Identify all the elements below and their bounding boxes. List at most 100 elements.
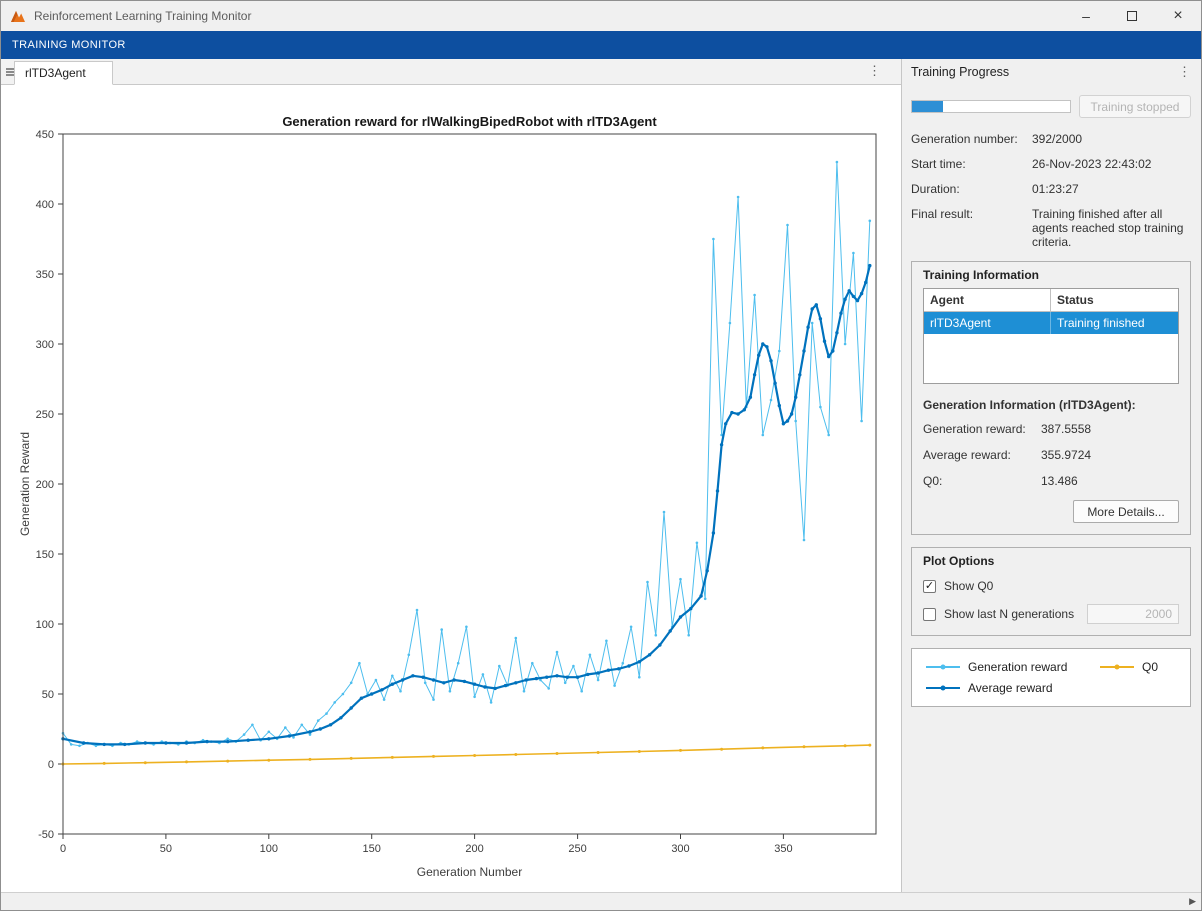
svg-text:300: 300 [671, 843, 689, 855]
marker-dot [1114, 665, 1119, 670]
status-bar: ▶ [1, 892, 1201, 910]
field-value: 01:23:27 [1032, 182, 1191, 196]
field-q0: Q0: 13.486 [923, 474, 1179, 488]
legend-item-average-reward: Average reward [926, 681, 1067, 695]
svg-text:0: 0 [60, 843, 66, 855]
dock-arrow-icon[interactable]: ▶ [1189, 896, 1196, 907]
field-duration: Duration: 01:23:27 [911, 182, 1191, 196]
svg-text:0: 0 [48, 759, 54, 771]
window-controls: – × [1063, 1, 1201, 31]
maximize-icon [1127, 11, 1137, 21]
training-information-panel: Training Information Agent Status rlTD3A… [911, 261, 1191, 535]
svg-text:450: 450 [36, 129, 54, 141]
svg-text:150: 150 [363, 843, 381, 855]
field-label: Start time: [911, 157, 1032, 171]
svg-text:100: 100 [36, 619, 54, 631]
q0-line-sample [1100, 666, 1134, 668]
field-value: 355.9724 [1041, 448, 1179, 462]
tab-label: rlTD3Agent [25, 66, 86, 80]
ribbon-tab-training-monitor[interactable]: TRAINING MONITOR [1, 31, 137, 59]
field-final-result: Final result: Training finished after al… [911, 207, 1191, 249]
ribbon: TRAINING MONITOR [1, 31, 1201, 59]
figure-area: -50 0 50 100 150 200 250 300 350 400 450 0 50 100 150 2… [1, 85, 901, 894]
svg-text:100: 100 [260, 843, 278, 855]
panel-body: Training stopped Generation number: 392/… [902, 85, 1201, 707]
field-value: 13.486 [1041, 474, 1179, 488]
field-label: Generation number: [911, 132, 1032, 146]
field-value: 392/2000 [1032, 132, 1191, 146]
figure-tab-bar: rlTD3Agent ⋮ [1, 59, 901, 85]
figure-pane: rlTD3Agent ⋮ -50 0 50 100 150 200 250 300 350 400… [1, 59, 902, 894]
table-header-row: Agent Status [924, 289, 1178, 312]
svg-text:Generation reward for rlWalkin: Generation reward for rlWalkingBipedRobo… [282, 114, 657, 129]
close-icon: × [1173, 7, 1182, 25]
panel-options-kebab-icon[interactable]: ⋮ [1178, 64, 1191, 80]
chart-legend: Generation reward Average reward Q0 [911, 648, 1191, 707]
window-title: Reinforcement Learning Training Monitor [34, 9, 251, 23]
generation-reward-line-sample [926, 666, 960, 668]
matlab-logo-icon [9, 7, 27, 25]
svg-text:-50: -50 [38, 829, 54, 841]
legend-column-1: Generation reward Average reward [926, 660, 1067, 695]
tab-rltd3agent[interactable]: rlTD3Agent [14, 61, 113, 85]
svg-text:350: 350 [774, 843, 792, 855]
show-last-n-option[interactable]: Show last N generations [923, 604, 1179, 624]
svg-text:200: 200 [465, 843, 483, 855]
table-cell-agent: rlTD3Agent [924, 312, 1051, 334]
show-q0-checkbox[interactable]: ✓ [923, 580, 936, 593]
title-bar: Reinforcement Learning Training Monitor … [1, 1, 1201, 31]
field-label: Final result: [911, 207, 1032, 249]
maximize-button[interactable] [1109, 1, 1155, 31]
svg-text:250: 250 [568, 843, 586, 855]
field-value: 26-Nov-2023 22:43:02 [1032, 157, 1191, 171]
table-empty-area [924, 334, 1178, 383]
agent-status-table: Agent Status rlTD3Agent Training finishe… [923, 288, 1179, 384]
plot-options-title: Plot Options [923, 554, 1179, 568]
minimize-button[interactable]: – [1063, 1, 1109, 31]
show-q0-label: Show Q0 [944, 579, 993, 593]
tab-options-kebab-icon[interactable]: ⋮ [868, 63, 881, 79]
average-reward-line-sample [926, 687, 960, 689]
legend-label: Generation reward [968, 660, 1067, 674]
svg-text:Generation Reward: Generation Reward [18, 432, 32, 536]
svg-text:Generation Number: Generation Number [417, 865, 522, 879]
more-details-button[interactable]: More Details... [1073, 500, 1179, 523]
table-header-status: Status [1051, 289, 1178, 312]
svg-text:300: 300 [36, 339, 54, 351]
panel-title: Training Progress [911, 65, 1009, 79]
field-generation-reward: Generation reward: 387.5558 [923, 422, 1179, 436]
show-last-n-label: Show last N generations [944, 607, 1074, 621]
training-progress-bar [911, 100, 1071, 113]
field-generation-number: Generation number: 392/2000 [911, 132, 1191, 146]
legend-column-2: Q0 [1100, 660, 1176, 695]
field-label: Q0: [923, 474, 1041, 488]
minimize-icon: – [1082, 8, 1090, 24]
show-last-n-checkbox[interactable] [923, 608, 936, 621]
svg-text:50: 50 [160, 843, 172, 855]
training-progress-panel: Training Progress ⋮ Training stopped Gen… [902, 59, 1201, 894]
field-label: Generation reward: [923, 422, 1041, 436]
last-n-generations-input[interactable] [1087, 604, 1179, 624]
table-row-rltd3agent[interactable]: rlTD3Agent Training finished [924, 312, 1178, 334]
progress-fill [912, 101, 943, 112]
field-start-time: Start time: 26-Nov-2023 22:43:02 [911, 157, 1191, 171]
svg-text:250: 250 [36, 409, 54, 421]
field-label: Average reward: [923, 448, 1041, 462]
app-window: Reinforcement Learning Training Monitor … [0, 0, 1202, 911]
legend-item-generation-reward: Generation reward [926, 660, 1067, 674]
training-information-title: Training Information [923, 268, 1179, 282]
legend-label: Average reward [968, 681, 1053, 695]
field-average-reward: Average reward: 355.9724 [923, 448, 1179, 462]
svg-text:400: 400 [36, 199, 54, 211]
close-button[interactable]: × [1155, 1, 1201, 31]
training-stopped-button[interactable]: Training stopped [1079, 95, 1191, 118]
plot-options-panel: Plot Options ✓ Show Q0 Show last N gener… [911, 547, 1191, 636]
show-q0-option[interactable]: ✓ Show Q0 [923, 579, 1179, 593]
panel-header: Training Progress ⋮ [902, 59, 1201, 85]
legend-item-q0: Q0 [1100, 660, 1158, 674]
svg-text:350: 350 [36, 269, 54, 281]
table-cell-status: Training finished [1051, 312, 1178, 334]
svg-text:150: 150 [36, 549, 54, 561]
training-reward-chart[interactable]: -50 0 50 100 150 200 250 300 350 400 450 0 50 100 150 2… [1, 85, 902, 894]
svg-text:50: 50 [42, 689, 54, 701]
